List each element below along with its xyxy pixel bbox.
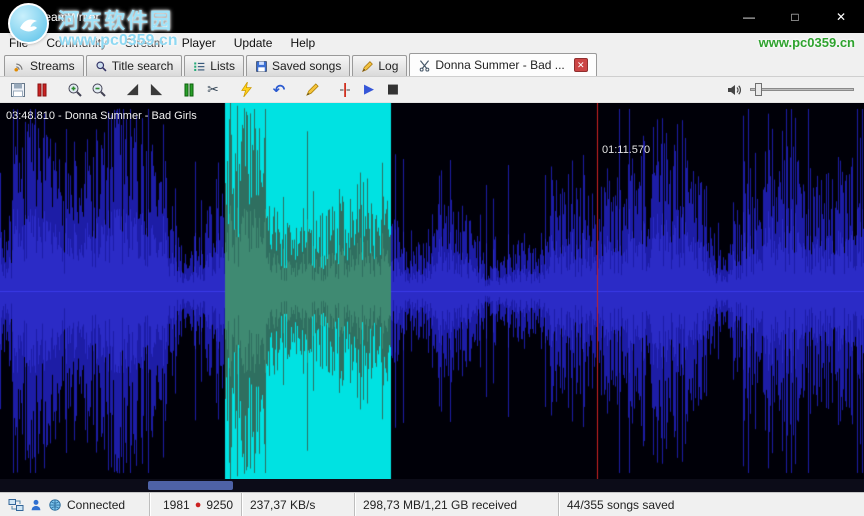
tab-close-button[interactable]: ✕ [573,58,588,72]
zoom-in-icon [68,83,82,97]
volume-slider[interactable] [750,83,854,96]
status-speed: 237,37 KB/s [242,493,355,516]
watermark-bird-icon [19,19,37,31]
waveform-scrollbar[interactable] [0,479,864,492]
playhead-button[interactable] [333,79,357,101]
volume-control [726,82,858,98]
fade-out-icon [150,83,162,96]
lightning-icon [240,82,252,97]
waveform-canvas[interactable] [0,103,864,479]
tab-lists[interactable]: Lists [184,55,244,76]
received-label: 298,73 MB/1,21 GB received [363,497,518,512]
apply-effects-button[interactable] [234,79,258,101]
user-icon [31,499,41,510]
menu-item-update[interactable]: Update [225,33,282,53]
undo-icon: ↶ [272,80,286,99]
list-icon [194,61,205,71]
tab-label: Lists [210,59,235,73]
zoom-in-button[interactable] [63,79,87,101]
saved-songs-label: 44/355 songs saved [567,497,675,512]
titles-count: 9250 [206,497,234,512]
status-counts: 1981 ● 9250 [150,493,242,516]
tab-label: Title search [111,59,174,73]
tab-streams[interactable]: Streams [4,55,84,76]
tab-label: Donna Summer - Bad ... [435,58,565,72]
fade-out-button[interactable] [144,79,168,101]
tab-song-cut[interactable]: Donna Summer - Bad ... ✕ [409,53,597,76]
play-icon: ▶ [364,82,374,97]
fade-in-button[interactable] [120,79,144,101]
volume-slider-thumb[interactable] [755,83,762,96]
play-button[interactable]: ▶ [357,79,381,101]
waveform-position-label: 03:48.810 - Donna Summer - Bad Girls [6,110,197,122]
menu-item-help[interactable]: Help [281,33,324,53]
edit-title-button[interactable] [300,79,324,101]
tab-log[interactable]: Log [352,55,408,76]
save-icon [11,82,25,97]
streams-count: 1981 [163,497,190,512]
zoom-out-icon [92,83,106,97]
connection-status-label: Connected [67,497,126,512]
cut-marks-button[interactable] [177,79,201,101]
network-icon [8,498,24,511]
scissors-icon: ✂ [207,81,219,98]
tab-title-search[interactable]: Title search [85,55,183,76]
cut-toolbar: ✂ ↶ ▶ ■ [0,77,864,103]
watermark-site-url-right: www.pc0359.cn [758,35,855,50]
pencil-icon [362,60,374,72]
minimize-button[interactable]: — [726,0,772,33]
streamwriter-window: streamWriter — □ ✕ File Community Stream… [0,0,864,516]
playhead-icon [340,82,350,97]
maximize-button[interactable]: □ [772,0,818,33]
tabbar: Streams Title search Lists Saved songs L… [0,53,864,77]
disk-icon [256,60,267,72]
record-dot-icon: ● [194,498,202,511]
status-received: 298,73 MB/1,21 GB received [355,493,559,516]
watermark-logo [8,3,49,44]
speed-label: 237,37 KB/s [250,497,316,512]
cursor-time-label: 01:11.570 [602,144,651,156]
watermark-site-name: 河东软件园 [58,10,173,33]
waveform-editor: 03:48.810 - Donna Summer - Bad Girls 01:… [0,103,864,492]
wand-icon [305,83,319,96]
tab-saved-songs[interactable]: Saved songs [245,55,351,76]
statusbar: Connected 1981 ● 9250 237,37 KB/s 298,73… [0,492,864,516]
stop-button[interactable]: ■ [381,79,405,101]
signal-icon [14,62,23,72]
watermark-site-url: www.pc0359.cn [59,32,178,49]
cut-icon [420,59,430,72]
green-pause-icon [184,83,194,96]
save-button[interactable] [6,79,30,101]
cut-button[interactable]: ✂ [201,79,225,101]
scrollbar-thumb[interactable] [148,481,233,490]
close-button[interactable]: ✕ [818,0,864,33]
undo-button[interactable]: ↶ [267,79,291,101]
tab-label: Log [378,59,399,73]
record-button[interactable] [30,79,54,101]
red-pause-icon [37,83,47,96]
status-saved: 44/355 songs saved [559,493,864,516]
globe-icon [49,498,61,511]
speaker-icon [728,84,741,95]
fade-in-icon [126,83,138,96]
zoom-out-button[interactable] [87,79,111,101]
menu-item-player[interactable]: Player [173,33,225,53]
stop-icon: ■ [386,82,400,97]
window-controls: — □ ✕ [726,0,864,33]
tab-label: Streams [30,59,75,73]
status-connection: Connected [0,493,150,516]
tab-label: Saved songs [271,59,342,73]
search-icon [96,60,107,72]
